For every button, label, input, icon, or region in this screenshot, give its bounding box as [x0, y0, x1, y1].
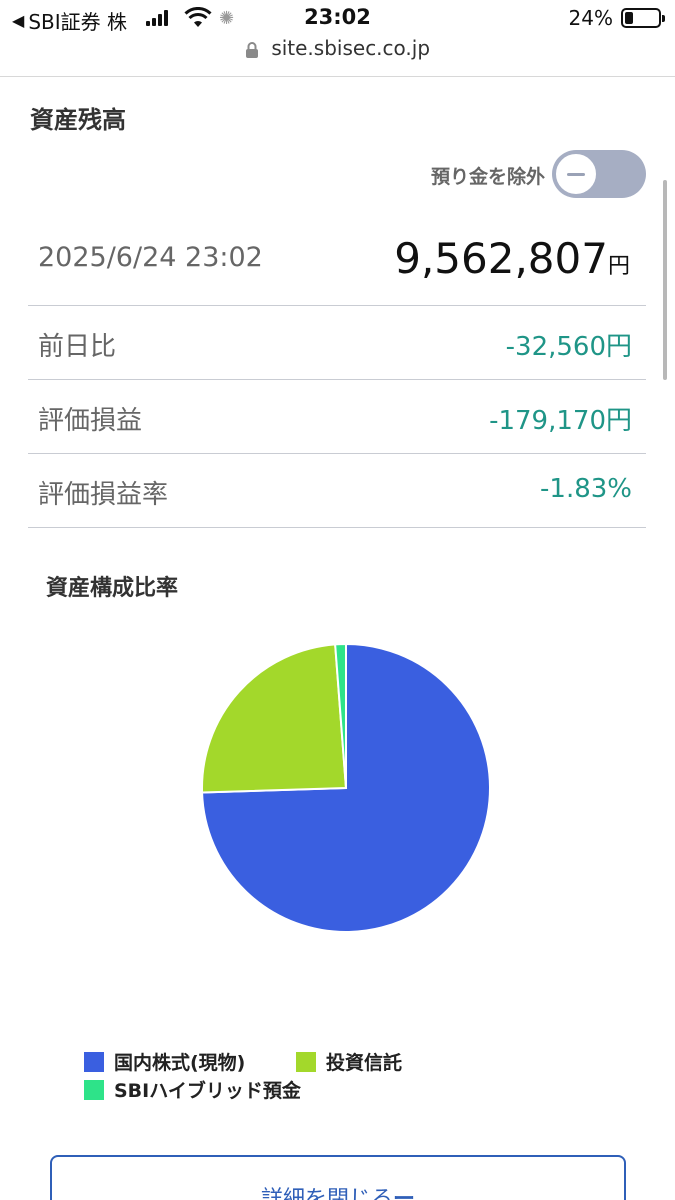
chart-title: 資産構成比率: [46, 576, 179, 601]
status-bar: ◀ SBI証券 株 ✺ 23:02 24%: [0, 0, 675, 40]
stat-value: -1.83%: [540, 474, 632, 504]
scrollbar[interactable]: [663, 180, 667, 380]
stat-row-unrealized-pl-rate: 評価損益率 -1.83%: [28, 454, 646, 528]
balance-amount: 9,562,807円: [394, 234, 630, 283]
balance-date: 2025/6/24 23:02: [38, 242, 263, 273]
stat-row-unrealized-pl: 評価損益 -179,170円: [28, 380, 646, 454]
lock-icon: [245, 41, 258, 58]
stat-row-day-change: 前日比 -32,560円: [28, 306, 646, 380]
close-details-label: 詳細を閉じる: [260, 1187, 393, 1200]
legend-item: 国内株式(現物): [84, 1048, 245, 1075]
toggle-knob-minus-icon: [554, 152, 598, 196]
balance-row: 2025/6/24 23:02 9,562,807円: [28, 222, 646, 306]
balance-amount-value: 9,562,807: [394, 234, 608, 283]
minus-icon: ー: [393, 1187, 416, 1200]
asset-allocation-pie-chart: [201, 642, 491, 933]
stat-label: 前日比: [38, 332, 117, 362]
legend-label: 国内株式(現物): [114, 1052, 246, 1074]
stat-label: 評価損益: [38, 406, 143, 436]
legend-swatch: [84, 1051, 104, 1072]
legend-swatch: [84, 1079, 104, 1100]
exclude-deposit-label: 預り金を除外: [430, 166, 545, 188]
balance-amount-unit: 円: [607, 254, 630, 279]
legend-swatch: [296, 1051, 316, 1072]
url-text: site.sbisec.co.jp: [271, 36, 431, 60]
legend-label: SBIハイブリッド預金: [114, 1080, 301, 1102]
address-bar[interactable]: site.sbisec.co.jp: [0, 36, 675, 76]
legend-label: 投資信託: [326, 1052, 403, 1074]
exclude-deposit-toggle[interactable]: [552, 150, 646, 198]
stat-label: 評価損益率: [38, 480, 169, 510]
stat-value: -32,560円: [505, 332, 632, 362]
battery-percentage: 24%: [568, 6, 613, 30]
pie-slice[interactable]: [201, 643, 348, 794]
battery-icon: [621, 8, 665, 28]
close-details-button[interactable]: 詳細を閉じるー: [50, 1155, 626, 1200]
legend-item: 投資信託: [296, 1048, 402, 1075]
toolbar-divider: [0, 76, 675, 77]
stat-value: -179,170円: [489, 406, 632, 436]
page: ◀ SBI証券 株 ✺ 23:02 24% site.sbisec.co.jp …: [0, 0, 675, 1200]
section-title-asset-balance: 資産残高: [30, 106, 126, 134]
legend-item: SBIハイブリッド預金: [84, 1076, 301, 1103]
